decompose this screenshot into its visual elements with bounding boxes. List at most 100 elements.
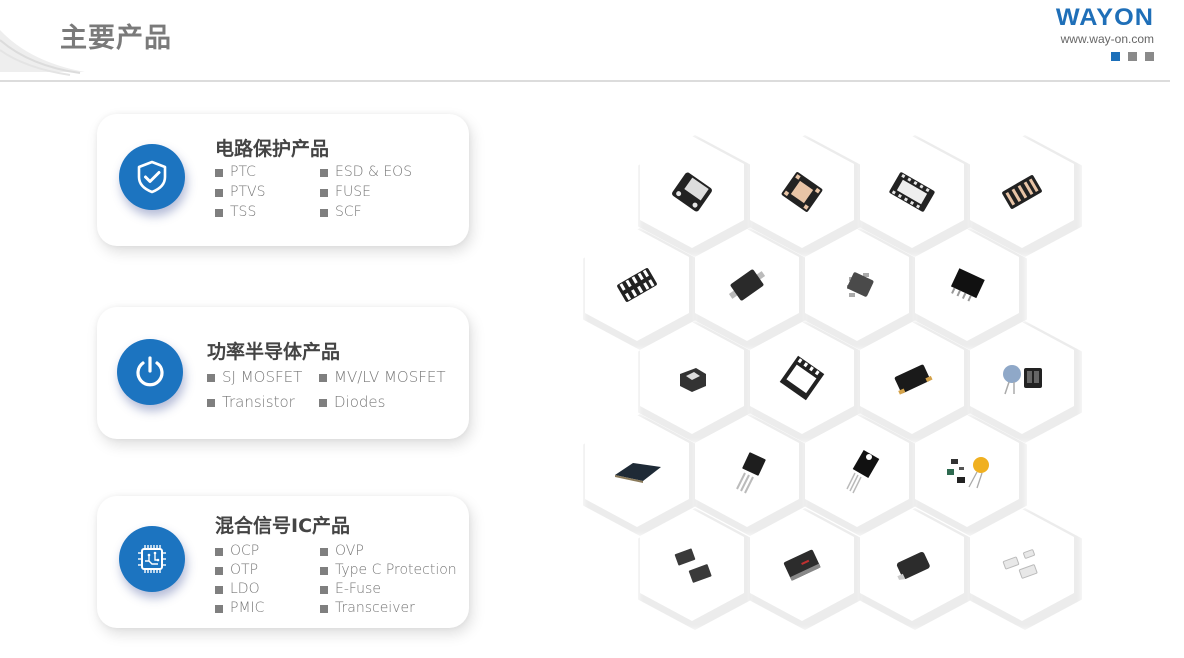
square-bullet-icon — [215, 566, 223, 575]
to-251-package-image — [736, 452, 766, 494]
logo-url: www.way-on.com — [1060, 32, 1154, 46]
product-item-label: E-Fuse — [335, 581, 381, 597]
product-item-label: PTVS — [230, 184, 266, 200]
product-item[interactable]: Transistor — [207, 394, 319, 411]
udfn-10pin-package-image — [617, 268, 657, 302]
chip-fuse-package-image — [1002, 549, 1038, 579]
product-item[interactable]: E-Fuse — [320, 580, 457, 599]
product-item[interactable]: MV/LV MOSFET — [319, 369, 446, 386]
product-hex-tile[interactable] — [640, 322, 744, 434]
product-hex-tile[interactable] — [750, 136, 854, 248]
dfn-array-package-image — [1002, 175, 1042, 209]
product-hex-tile[interactable] — [860, 509, 964, 621]
chip-ptc-and-disc-varistor-image — [947, 457, 989, 489]
product-hex-tile[interactable] — [695, 229, 799, 341]
product-hex-tile[interactable] — [695, 415, 799, 527]
product-item[interactable]: ESD & EOS — [320, 164, 412, 181]
square-bullet-icon — [207, 373, 215, 382]
product-item-label: Transceiver — [335, 600, 415, 616]
product-hex-tile[interactable] — [805, 229, 909, 341]
product-hex-tile[interactable] — [640, 136, 744, 248]
pdfn-package-image — [779, 355, 825, 401]
product-item[interactable]: Type C Protection — [320, 561, 457, 580]
category-icon-badge — [119, 144, 185, 210]
dfn-6pad-copper-package-image — [781, 172, 823, 212]
square-bullet-icon — [320, 208, 328, 217]
square-bullet-icon — [215, 604, 223, 613]
product-item[interactable]: Diodes — [319, 394, 446, 411]
product-list: SJ MOSFET MV/LV MOSFET Transistor Diodes — [207, 369, 446, 411]
product-list: OCP OVP OTP Type C Protection LDO E-Fuse… — [215, 542, 457, 618]
product-item[interactable]: LDO — [215, 580, 320, 599]
chip-icon — [138, 545, 166, 573]
shield-check-icon — [137, 160, 167, 194]
square-bullet-icon — [320, 547, 328, 556]
square-bullet-icon — [320, 566, 328, 575]
product-item-label: TSS — [230, 204, 257, 220]
product-hex-tile[interactable] — [860, 136, 964, 248]
product-hex-tile[interactable] — [970, 322, 1074, 434]
to-220f-package-image — [846, 449, 880, 494]
square-bullet-icon — [215, 585, 223, 594]
category-title: 混合信号IC产品 — [215, 515, 351, 537]
smb-package-image — [783, 549, 821, 581]
category-icon-badge — [119, 526, 185, 592]
square-bullet-icon — [319, 373, 327, 382]
square-bullet-icon — [215, 168, 223, 177]
sma-diodes-package-image — [674, 548, 712, 583]
product-item[interactable]: SCF — [320, 204, 412, 221]
product-hex-tile[interactable] — [750, 322, 854, 434]
category-card-circuit-protection[interactable]: 电路保护产品 PTC ESD & EOS PTVS FUSE TSS SCF — [97, 114, 469, 246]
product-item[interactable]: TSS — [215, 204, 320, 221]
product-item[interactable]: FUSE — [320, 184, 412, 201]
header-divider — [0, 80, 1170, 82]
product-hex-tile[interactable] — [970, 136, 1074, 248]
varistor-and-connector-image — [1003, 365, 1042, 395]
product-hex-tile[interactable] — [970, 509, 1074, 621]
category-card-mixed-signal-ic[interactable]: 混合信号IC产品 OCP OVP OTP Type C Protection L… — [97, 496, 469, 628]
product-hex-tile[interactable] — [805, 415, 909, 527]
sop-8-package-image — [950, 268, 985, 302]
page-indicator — [1054, 52, 1154, 61]
product-hex-tile[interactable] — [585, 229, 689, 341]
dfn-10pin-package-image — [889, 172, 935, 212]
product-hex-tile[interactable] — [860, 322, 964, 434]
sod-323-package-image — [728, 269, 766, 301]
dfn-2pad-package-image — [672, 172, 712, 212]
product-item-label: MV/LV MOSFET — [334, 368, 446, 386]
category-card-power-semiconductor[interactable]: 功率半导体产品 SJ MOSFET MV/LV MOSFET Transisto… — [97, 307, 469, 439]
sot-cube-package-image — [680, 368, 706, 392]
smc-package-image — [896, 551, 930, 580]
product-hex-tile[interactable] — [915, 415, 1019, 527]
product-item[interactable]: PTVS — [215, 184, 320, 201]
product-item[interactable]: PMIC — [215, 599, 320, 618]
product-item-label: OVP — [335, 543, 364, 559]
product-item-label: Diodes — [334, 393, 386, 411]
product-item-label: LDO — [230, 581, 260, 597]
square-bullet-icon — [215, 188, 223, 197]
product-hex-tile[interactable] — [640, 509, 744, 621]
product-hex-tile[interactable] — [915, 229, 1019, 341]
product-item[interactable]: SJ MOSFET — [207, 369, 319, 386]
product-hex-tile[interactable] — [750, 509, 854, 621]
logo-wordmark: WAYON — [1055, 4, 1154, 31]
product-item[interactable]: PTC — [215, 164, 320, 181]
product-item[interactable]: OVP — [320, 542, 457, 561]
square-bullet-icon — [215, 208, 223, 217]
category-title: 电路保护产品 — [215, 138, 330, 160]
product-item-label: FUSE — [335, 184, 372, 200]
product-item-label: OCP — [230, 543, 260, 559]
product-item[interactable]: OTP — [215, 561, 320, 580]
product-item-label: PTC — [230, 164, 256, 180]
product-item-label: PMIC — [230, 600, 265, 616]
product-item[interactable]: Transceiver — [320, 599, 457, 618]
sot-23-5-package-image — [847, 272, 874, 297]
page-indicator-dot-active — [1111, 52, 1120, 61]
product-item-label: Type C Protection — [335, 562, 457, 578]
square-bullet-icon — [319, 398, 327, 407]
product-item-label: SCF — [335, 204, 362, 220]
smd-crystal-package-image — [894, 364, 933, 395]
product-hex-tile[interactable] — [585, 415, 689, 527]
category-title: 功率半导体产品 — [207, 341, 341, 363]
product-item[interactable]: OCP — [215, 542, 320, 561]
